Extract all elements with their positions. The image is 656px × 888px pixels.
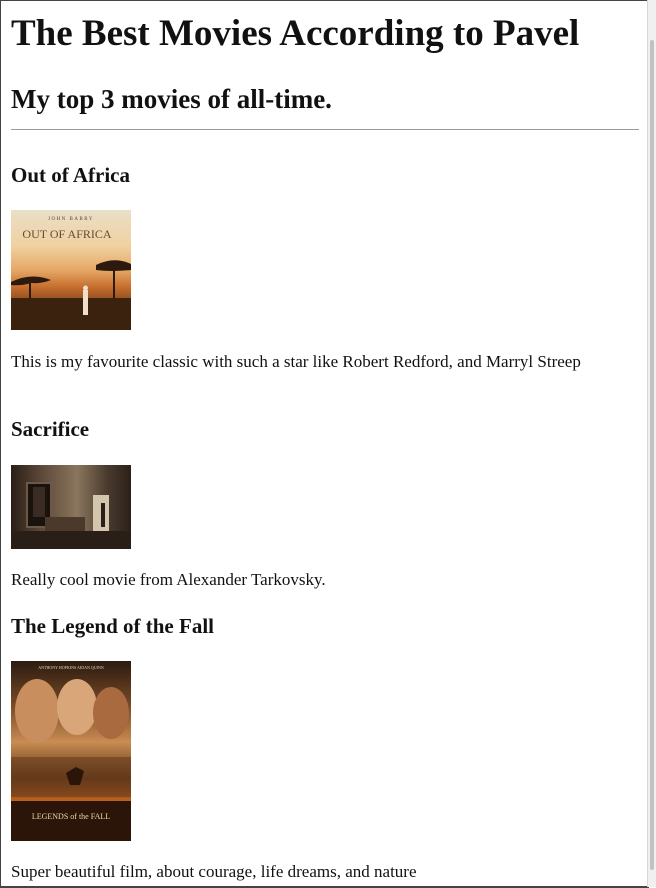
poster-credit-text: ANTHONY HOPKINS AIDAN QUINN: [38, 665, 104, 670]
legends-of-the-fall-poster-art: ANTHONY HOPKINS AIDAN QUINN LEGENDS of t…: [11, 665, 131, 841]
vertical-scrollbar[interactable]: [647, 0, 656, 887]
browser-viewport: The Best Movies According to Pavel My to…: [0, 0, 649, 888]
divider: [11, 129, 639, 130]
movie-poster-image: [11, 465, 131, 549]
poster-title-text: LEGENDS of the FALL: [32, 812, 110, 821]
movie-title: The Legend of the Fall: [11, 614, 214, 638]
movie-description: Really cool movie from Alexander Tarkovs…: [11, 570, 326, 589]
movie-poster-image: ANTHONY HOPKINS AIDAN QUINN LEGENDS of t…: [11, 661, 131, 841]
out-of-africa-poster-art: JOHN BARRY OUT OF AFRICA: [11, 217, 131, 330]
sacrifice-still-art: [11, 482, 131, 549]
poster-credit-text: JOHN BARRY: [48, 217, 94, 222]
page-title: The Best Movies According to Pavel: [11, 13, 580, 54]
movie-title: Sacrifice: [11, 417, 90, 441]
movie-description: Super beautiful film, about courage, lif…: [11, 862, 417, 881]
movie-title: Out of Africa: [11, 163, 130, 187]
movie-description: This is my favourite classic with such a…: [11, 352, 581, 371]
poster-title-text: OUT OF AFRICA: [22, 227, 111, 241]
scrollbar-thumb[interactable]: [650, 40, 654, 870]
page-subtitle: My top 3 movies of all-time.: [11, 84, 332, 114]
movie-poster-image: JOHN BARRY OUT OF AFRICA: [11, 210, 131, 330]
